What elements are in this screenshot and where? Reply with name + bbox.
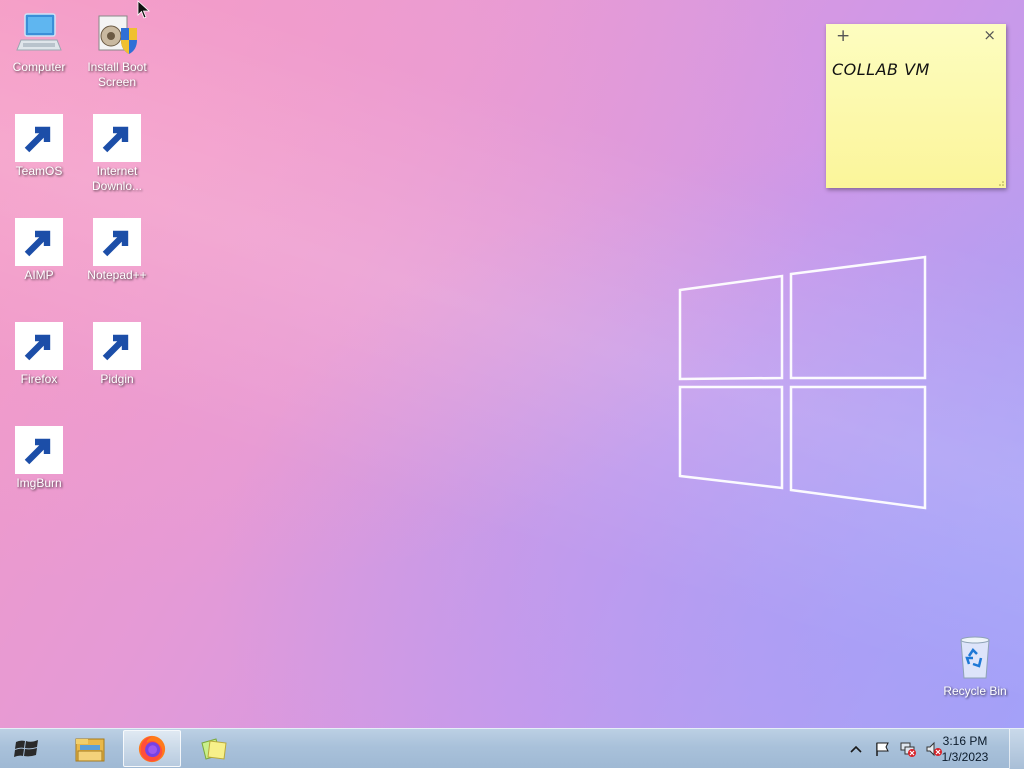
sticky-note-titlebar[interactable]: + × (826, 24, 1006, 48)
action-center-button[interactable] (873, 740, 891, 758)
firefox-icon (15, 322, 63, 370)
system-tray (843, 729, 947, 769)
desktop-icon-label: Internet Downlo... (91, 164, 143, 193)
shortcut-arrow-icon (15, 426, 63, 474)
imgburn-icon (15, 426, 63, 474)
desktop-icon-computer[interactable]: Computer (1, 10, 77, 75)
action-center-flag-icon (876, 742, 889, 756)
start-button[interactable] (4, 730, 50, 768)
desktop-icon-label: Install Boot Screen (87, 60, 147, 89)
network-button[interactable] (899, 740, 917, 758)
desktop-icon-label: Firefox (20, 372, 58, 386)
notepad-plus-plus-icon (93, 218, 141, 266)
shortcut-arrow-icon (15, 114, 63, 162)
show-desktop-button[interactable] (1009, 729, 1024, 769)
sticky-note-text[interactable]: COLLAB VM (826, 48, 1006, 79)
resize-grip-icon[interactable] (996, 178, 1004, 186)
desktop-icon-label: AIMP (24, 268, 54, 282)
sticky-note[interactable]: + × COLLAB VM (826, 24, 1006, 188)
desktop-icon-label: ImgBurn (16, 476, 62, 490)
taskbar-clock[interactable]: 3:16 PM 1/3/2023 (934, 733, 996, 765)
taskbar-sticky-notes-button[interactable] (185, 730, 243, 767)
aimp-icon (15, 218, 63, 266)
desktop-icon-firefox[interactable]: Firefox (1, 322, 77, 387)
file-explorer-icon (75, 738, 105, 761)
computer-icon (15, 10, 63, 58)
desktop-icon-label: Pidgin (100, 372, 134, 386)
desktop-icon-label: Notepad++ (87, 268, 147, 282)
pidgin-icon (93, 322, 141, 370)
desktop-icon-teamos[interactable]: TeamOS (1, 114, 77, 179)
shortcut-arrow-icon (93, 218, 141, 266)
desktop-icon-notepad-plus-plus[interactable]: Notepad++ (79, 218, 155, 283)
sticky-notes-icon (201, 737, 227, 760)
recycle-bin-icon (951, 634, 999, 682)
clock-time: 3:16 PM (942, 734, 988, 748)
desktop-icon-label: Computer (12, 60, 66, 74)
clock-date: 1/3/2023 (941, 750, 989, 764)
desktop-icon-recycle-bin[interactable]: Recycle Bin (937, 634, 1013, 699)
desktop-icon-pidgin[interactable]: Pidgin (79, 322, 155, 387)
taskbar: 3:16 PM 1/3/2023 (0, 728, 1024, 769)
shortcut-arrow-icon (15, 218, 63, 266)
desktop[interactable]: Computer Install Boot Screen TeamOS Inte… (0, 0, 1024, 728)
mouse-cursor-icon (137, 0, 151, 19)
taskbar-firefox-button[interactable] (123, 730, 181, 767)
desktop-icon-aimp[interactable]: AIMP (1, 218, 77, 283)
show-hidden-icons-button[interactable] (847, 740, 865, 758)
install-boot-screen-icon (93, 10, 141, 58)
shortcut-arrow-icon (93, 322, 141, 370)
add-note-button[interactable]: + (836, 26, 850, 46)
desktop-icon-label: Recycle Bin (943, 684, 1007, 698)
desktop-icon-imgburn[interactable]: ImgBurn (1, 426, 77, 491)
shortcut-arrow-icon (93, 114, 141, 162)
close-note-button[interactable]: × (983, 26, 996, 44)
internet-download-manager-icon (93, 114, 141, 162)
desktop-icon-install-boot-screen[interactable]: Install Boot Screen (79, 10, 155, 90)
chevron-up-icon (850, 745, 862, 753)
windows-start-icon (14, 740, 38, 757)
desktop-icon-internet-download-manager[interactable]: Internet Downlo... (79, 114, 155, 194)
shortcut-arrow-icon (15, 322, 63, 370)
firefox-icon (138, 735, 166, 762)
network-error-icon (900, 742, 916, 757)
windows-wallpaper-logo (678, 255, 927, 510)
taskbar-file-explorer-button[interactable] (61, 730, 119, 767)
desktop-icon-label: TeamOS (15, 164, 63, 178)
teamos-folder-icon (15, 114, 63, 162)
